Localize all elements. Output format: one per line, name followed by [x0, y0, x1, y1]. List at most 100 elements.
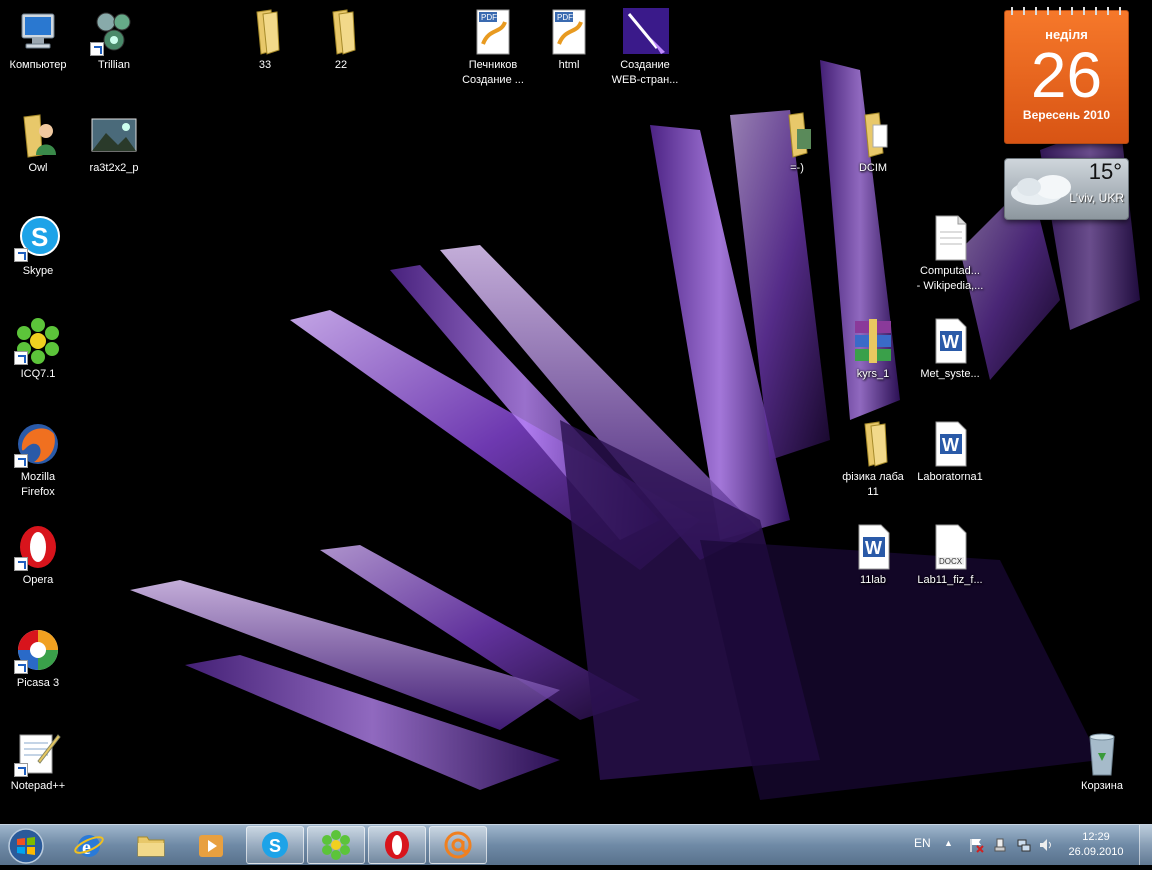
svg-text:PDF: PDF [557, 13, 573, 22]
media-player-icon [199, 835, 223, 857]
word-icon: W [849, 523, 897, 571]
desktop-icon-dcim[interactable]: DCIM [835, 111, 911, 176]
desktop-icon-recycle-bin[interactable]: Корзина [1064, 729, 1140, 794]
system-tray: EN ▲ 12:29 26.09.2010 [910, 825, 1152, 865]
desktop-icon-label: Computad... - Wikipedia,... [916, 265, 984, 292]
computer-icon [14, 8, 62, 56]
calendar-month-year: Вересень 2010 [1022, 108, 1111, 122]
shortcut-arrow-icon [14, 660, 28, 674]
taskbar-icq-button[interactable] [307, 826, 365, 864]
desktop-icon-skype[interactable]: S Skype [0, 214, 76, 279]
desktop-icon-label: kyrs_1 [856, 368, 890, 380]
winrar-icon [849, 317, 897, 365]
desktop-icon-label: ICQ7.1 [20, 368, 56, 380]
weather-city: L'viv, UKR [1069, 191, 1124, 205]
taskbar-ie-button[interactable]: e [60, 826, 118, 864]
desktop-icon-label: Owl [28, 162, 48, 174]
skype-icon: S [14, 214, 62, 262]
desktop-icon-label: Печников Создание ... [462, 59, 524, 86]
image-icon [90, 111, 138, 159]
desktop-icon-owl[interactable]: Owl [0, 111, 76, 176]
folder-user-icon [14, 111, 62, 159]
usb-device-icon[interactable] [992, 837, 1008, 853]
network-icon[interactable] [1016, 837, 1032, 853]
svg-text:PDF: PDF [481, 13, 497, 22]
volume-icon[interactable] [1038, 837, 1054, 853]
desktop-icon-label: Picasa 3 [16, 677, 60, 689]
svg-text:W: W [942, 332, 959, 352]
folder-icon [849, 111, 897, 159]
show-desktop-button[interactable] [1139, 825, 1152, 865]
notepad-icon [14, 729, 62, 777]
desktop-icon-label: ra3t2x2_p [89, 162, 139, 174]
desktop-icon-folder-22[interactable]: 22 [303, 8, 379, 73]
desktop-icon-label: Laboratorna1 [917, 471, 983, 483]
shortcut-arrow-icon [14, 351, 28, 365]
pdf-icon: PDF [545, 8, 593, 56]
calendar-rings [1005, 7, 1128, 15]
desktop-icon-kyrs[interactable]: kyrs_1 [835, 317, 911, 382]
taskbar-mail-agent-button[interactable] [429, 826, 487, 864]
picasa-icon [14, 626, 62, 674]
desktop-icon-met-system[interactable]: W Met_syste... [912, 317, 988, 382]
desktop-icon-trillian[interactable]: Trillian [76, 8, 152, 73]
shortcut-arrow-icon [14, 248, 28, 262]
desktop-icon-label: Notepad++ [10, 780, 66, 792]
desktop-icon-label: 11lab [859, 574, 887, 586]
desktop-wallpaper [0, 0, 1152, 824]
weather-temperature: 15° [1088, 159, 1122, 184]
calendar-day-number: 26 [1030, 39, 1103, 111]
desktop-icon-folder-smile[interactable]: =-) [759, 111, 835, 176]
calendar-gadget[interactable]: неділя 26 Вересень 2010 [1004, 7, 1129, 144]
icq-icon [14, 317, 62, 365]
desktop-icon-label: Создание WEB-стран... [611, 59, 679, 86]
desktop-icon-ra3[interactable]: ra3t2x2_p [76, 111, 152, 176]
taskbar-explorer-button[interactable] [122, 826, 180, 864]
desktop-icon-computad-wiki[interactable]: Computad... - Wikipedia,... [912, 214, 988, 294]
svg-text:W: W [865, 538, 882, 558]
shortcut-arrow-icon [14, 763, 28, 777]
desktop-icon-11lab[interactable]: W 11lab [835, 523, 911, 588]
docx-icon: DOCX [926, 523, 974, 571]
windows-logo-icon [8, 828, 44, 864]
taskbar-opera-button[interactable] [368, 826, 426, 864]
desktop-icon-pdf-pechnikov[interactable]: PDF Печников Создание ... [455, 8, 531, 88]
start-button[interactable] [6, 827, 46, 865]
language-indicator[interactable]: EN [914, 836, 931, 850]
folder-icon [773, 111, 821, 159]
opera-icon [385, 831, 409, 859]
document-icon [926, 214, 974, 262]
clock[interactable]: 12:29 26.09.2010 [1060, 830, 1132, 860]
word-icon: W [926, 317, 974, 365]
show-hidden-icons-button[interactable]: ▲ [944, 838, 953, 848]
ie-icon: e [74, 835, 104, 859]
desktop-icon-picasa[interactable]: Picasa 3 [0, 626, 76, 691]
icq-icon [322, 830, 350, 860]
recycle-bin-icon [1078, 729, 1126, 777]
desktop-icon-icq[interactable]: ICQ7.1 [0, 317, 76, 382]
desktop-icon-opera[interactable]: Opera [0, 523, 76, 588]
pdf-icon: PDF [469, 8, 517, 56]
weather-gadget[interactable]: 15° L'viv, UKR [1004, 158, 1129, 220]
desktop-icon-label: Met_syste... [920, 368, 980, 380]
desktop-icon-folder-33[interactable]: 33 [227, 8, 303, 73]
desktop-icon-label: Mozilla Firefox [20, 471, 56, 498]
desktop-icon-notepadpp[interactable]: Notepad++ [0, 729, 76, 794]
taskbar-skype-button[interactable]: S [246, 826, 304, 864]
skype-icon: S [262, 832, 288, 858]
desktop-icon-laboratorna1[interactable]: W Laboratorna1 [912, 420, 988, 485]
flag-icon[interactable] [968, 837, 984, 853]
svg-text:S: S [269, 836, 281, 856]
desktop-icon-label: Opera [22, 574, 54, 586]
desktop-icon-firefox[interactable]: Mozilla Firefox [0, 420, 76, 500]
desktop-icon-pdf-html[interactable]: PDF html [531, 8, 607, 73]
desktop-icon-web-creation[interactable]: Создание WEB-стран... [607, 8, 683, 88]
desktop-icon-computer[interactable]: Компьютер [0, 8, 76, 73]
desktop-icon-lab11-docx[interactable]: DOCX Lab11_fiz_f... [912, 523, 988, 588]
taskbar-media-player-button[interactable] [182, 826, 240, 864]
explorer-icon [137, 836, 165, 857]
svg-text:S: S [31, 222, 48, 252]
desktop-icon-fizyka-laba[interactable]: фізика лаба 11 [835, 420, 911, 500]
desktop-icon-label: Lab11_fiz_f... [917, 574, 983, 586]
svg-text:DOCX: DOCX [939, 557, 963, 566]
